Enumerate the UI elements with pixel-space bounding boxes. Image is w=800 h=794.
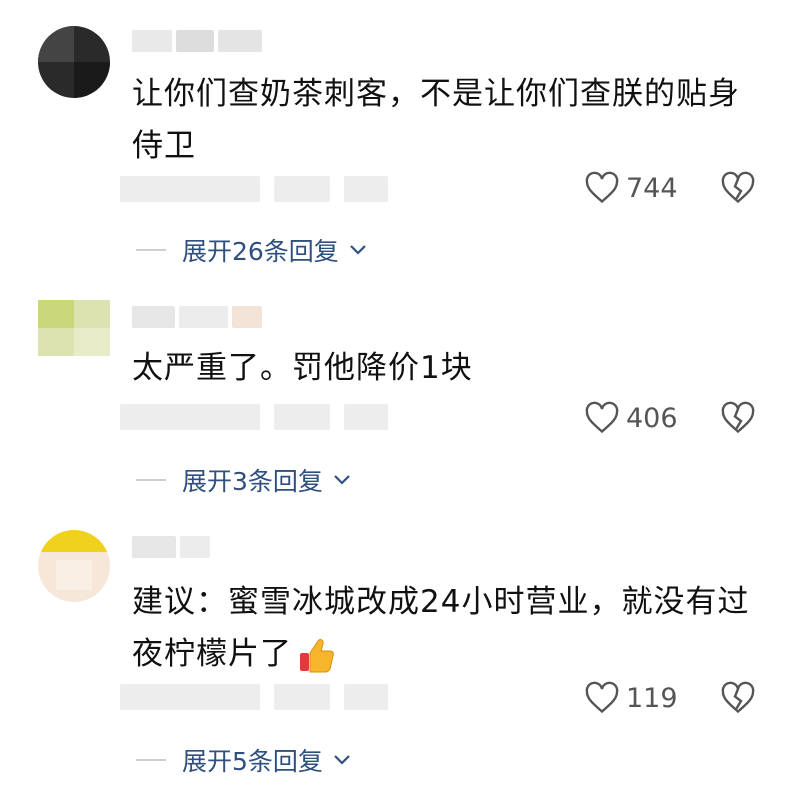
thumbs-up-emoji (300, 638, 334, 672)
like-count: 744 (626, 172, 678, 204)
expand-replies-link[interactable]: 展开5条回复 (136, 740, 351, 780)
heart-outline-icon (585, 401, 619, 434)
chevron-down-icon (334, 475, 350, 485)
username-blurred[interactable] (132, 306, 262, 332)
heart-outline-icon (585, 171, 619, 204)
username-blurred[interactable] (132, 536, 262, 562)
comment-text: 让你们查奶茶刺客，不是让你们查朕的贴身侍卫 (132, 76, 740, 164)
like-count: 406 (626, 402, 678, 434)
broken-heart-icon[interactable] (720, 400, 756, 436)
expand-replies-link[interactable]: 展开26条回复 (136, 230, 367, 270)
comment-meta-blurred (120, 172, 430, 206)
divider-line (136, 249, 166, 251)
divider-line (136, 479, 166, 481)
like-button[interactable]: 744 (584, 168, 678, 208)
avatar[interactable] (38, 300, 110, 356)
divider-line (136, 759, 166, 761)
comment-text-body: 建议：蜜雪冰城改成24小时营业，就没有过夜柠檬片了 (132, 584, 750, 672)
heart-outline-icon (585, 681, 619, 714)
username-blurred[interactable] (132, 30, 262, 56)
comment-text: 建议：蜜雪冰城改成24小时营业，就没有过夜柠檬片了 (132, 576, 762, 680)
broken-heart-icon[interactable] (720, 680, 756, 716)
avatar[interactable] (38, 530, 110, 602)
avatar[interactable] (38, 26, 110, 98)
chevron-down-icon (334, 755, 350, 765)
chevron-down-icon (350, 245, 366, 255)
comment-meta-blurred (120, 400, 430, 434)
replies-label: 展开5条回复 (182, 747, 323, 776)
replies-label: 展开3条回复 (182, 467, 323, 496)
like-count: 119 (626, 682, 678, 714)
broken-heart-icon[interactable] (720, 170, 756, 206)
comment-text: 太严重了。罚他降价1块 (132, 350, 473, 386)
replies-label: 展开26条回复 (182, 237, 339, 266)
like-button[interactable]: 406 (584, 398, 678, 438)
like-button[interactable]: 119 (584, 678, 678, 718)
expand-replies-link[interactable]: 展开3条回复 (136, 460, 351, 500)
comment-meta-blurred (120, 680, 430, 714)
